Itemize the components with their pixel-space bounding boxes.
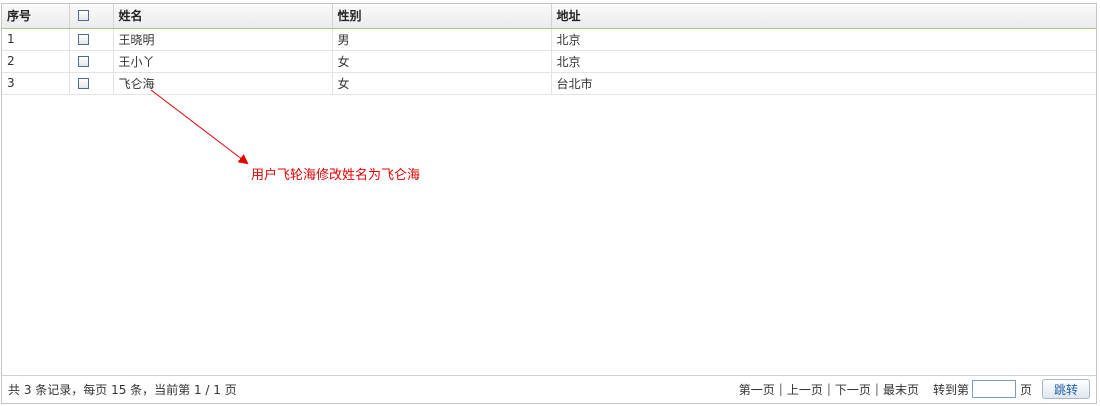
record-summary: 共 3 条记录，每页 15 条，当前第 1 / 1 页: [8, 383, 237, 397]
row-checkbox[interactable]: [77, 78, 89, 89]
pager-separator: |: [778, 382, 783, 396]
pagination-bar: 共 3 条记录，每页 15 条，当前第 1 / 1 页 第一页 | 上一页 | …: [2, 375, 1096, 403]
data-table: 序号 姓名 性别 地址 1 王晓明 男 北京 2 王小丫 女 北京 3 飞仑海 …: [2, 4, 1096, 95]
cell-name: 王晓明: [113, 28, 333, 50]
cell-no: 1: [2, 28, 70, 50]
cell-name: 王小丫: [113, 50, 333, 72]
table-row[interactable]: 1 王晓明 男 北京: [2, 28, 1096, 50]
cell-select: [69, 28, 114, 50]
column-header-gender[interactable]: 性别: [332, 4, 552, 29]
cell-gender: 男: [332, 28, 552, 50]
jump-button[interactable]: 跳转: [1042, 379, 1090, 399]
goto-page-input[interactable]: [971, 380, 1016, 398]
table-header-row: 序号 姓名 性别 地址: [2, 4, 1096, 29]
data-grid-panel: 序号 姓名 性别 地址 1 王晓明 男 北京 2 王小丫 女 北京 3 飞仑海 …: [1, 3, 1097, 404]
annotation-label: 用户飞轮海修改姓名为飞仑海: [251, 168, 421, 183]
pager-controls: 第一页 | 上一页 | 下一页 | 最末页 转到第 页 跳转: [739, 379, 1090, 399]
row-checkbox[interactable]: [77, 56, 89, 67]
column-header-address[interactable]: 地址: [551, 4, 1096, 29]
row-checkbox[interactable]: [77, 34, 89, 45]
next-page-link[interactable]: 下一页: [835, 381, 871, 398]
column-header-select: [69, 4, 114, 29]
column-header-no[interactable]: 序号: [2, 4, 70, 29]
cell-name: 飞仑海: [113, 72, 333, 94]
cell-select: [69, 50, 114, 72]
select-all-checkbox[interactable]: [77, 9, 89, 21]
first-page-link[interactable]: 第一页: [739, 381, 775, 398]
table-row[interactable]: 2 王小丫 女 北京: [2, 50, 1096, 72]
column-header-name[interactable]: 姓名: [113, 4, 333, 29]
cell-no: 3: [2, 72, 70, 94]
cell-address: 台北市: [556, 76, 593, 91]
last-page-link[interactable]: 最末页: [883, 381, 919, 398]
goto-unit-label: 页: [1019, 382, 1032, 397]
cell-address: 北京: [556, 54, 581, 69]
prev-page-link[interactable]: 上一页: [787, 381, 823, 398]
cell-gender: 女: [332, 72, 552, 94]
cell-select: [69, 72, 114, 94]
cell-no: 2: [2, 50, 70, 72]
cell-gender: 女: [332, 50, 552, 72]
goto-label: 转到第: [932, 382, 969, 397]
pager-separator: |: [874, 382, 879, 396]
table-row[interactable]: 3 飞仑海 女 台北市: [2, 72, 1096, 94]
pager-separator: |: [826, 382, 831, 396]
cell-address: 北京: [556, 32, 581, 47]
